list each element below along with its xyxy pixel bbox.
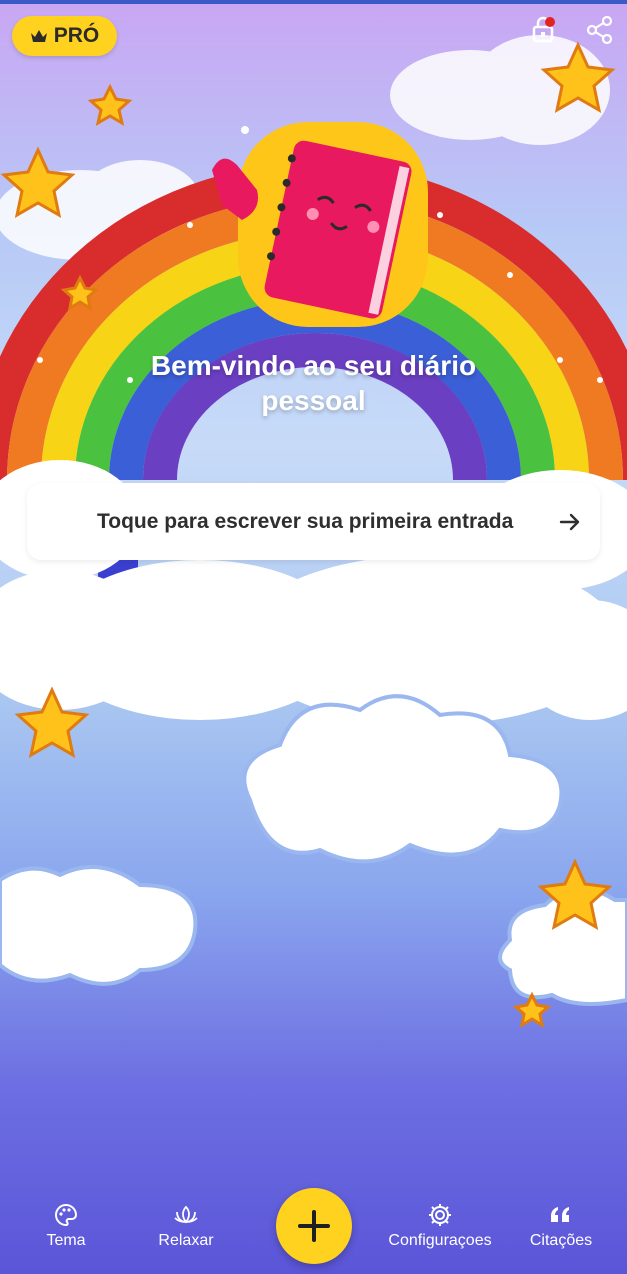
gear-icon [429, 1204, 451, 1226]
first-entry-card[interactable]: Toque para escrever sua primeira entrada [27, 483, 600, 560]
share-icon[interactable] [585, 15, 615, 45]
nav-tema-label: Tema [46, 1232, 86, 1249]
nav-relaxar-label: Relaxar [158, 1232, 214, 1249]
entry-prompt: Toque para escrever sua primeira entrada [97, 509, 514, 533]
crown-icon [30, 30, 47, 42]
add-entry-button[interactable] [276, 1188, 352, 1264]
welcome-title: Bem-vindo ao seu diário pessoal [150, 350, 477, 416]
arrow-right-icon [559, 513, 580, 530]
nav-relaxar[interactable]: Relaxar [155, 1202, 217, 1250]
palette-icon [55, 1203, 78, 1227]
hidden-hint-link[interactable]: ...tando um pr... [200, 578, 427, 598]
quote-icon [551, 1207, 569, 1222]
rainbow-scene-illustration [0, 35, 627, 1028]
nav-configuracoes[interactable]: Configuraçoes [388, 1202, 492, 1250]
nav-citacoes[interactable]: Citações [526, 1202, 596, 1250]
pro-badge-button[interactable]: PRÓ [12, 16, 117, 56]
lotus-icon [174, 1205, 198, 1224]
nav-citacoes-label: Citações [529, 1232, 593, 1249]
plus-icon [298, 1210, 330, 1242]
pro-label: PRÓ [53, 24, 100, 47]
nav-configuracoes-label: Configuraçoes [388, 1232, 492, 1249]
notification-dot [545, 17, 555, 27]
nav-tema[interactable]: Tema [38, 1202, 94, 1250]
